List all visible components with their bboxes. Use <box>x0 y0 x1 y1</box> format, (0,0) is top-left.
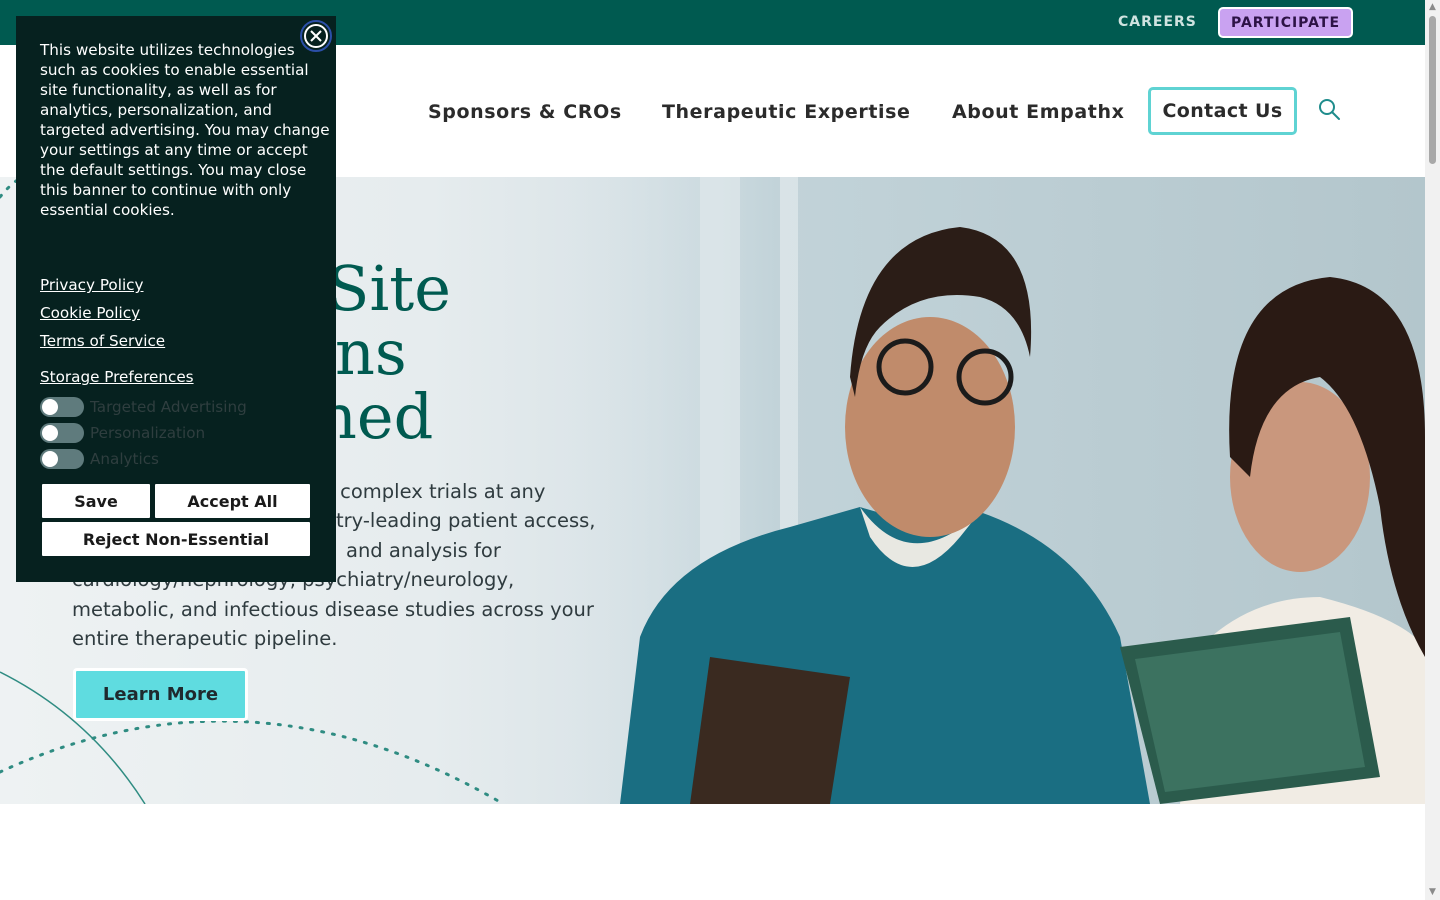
nav-item-about[interactable]: About Empathx <box>952 101 1124 123</box>
close-icon <box>304 24 328 48</box>
terms-of-service-link[interactable]: Terms of Service <box>40 332 165 350</box>
accept-all-button[interactable]: Accept All <box>154 483 311 519</box>
scroll-up-arrow-icon[interactable]: ▲ <box>1427 2 1438 12</box>
search-icon[interactable] <box>1317 97 1341 121</box>
toggle-switch[interactable] <box>40 423 84 443</box>
cookie-close-button[interactable] <box>300 20 332 52</box>
cookie-policy-link[interactable]: Cookie Policy <box>40 304 140 322</box>
toggle-switch[interactable] <box>40 397 84 417</box>
scroll-thumb[interactable] <box>1429 16 1436 164</box>
hero-photo <box>560 177 1425 804</box>
contact-us-button[interactable]: Contact Us <box>1148 87 1297 135</box>
hero-desc-line6: entire therapeutic pipeline. <box>72 627 338 651</box>
save-button[interactable]: Save <box>41 483 151 519</box>
toggle-label: Analytics <box>90 450 159 468</box>
nav-item-sponsors[interactable]: Sponsors & CROs <box>428 101 622 123</box>
privacy-policy-link[interactable]: Privacy Policy <box>40 276 144 294</box>
page-scrollbar[interactable]: ▲ ▼ <box>1425 0 1440 900</box>
learn-more-button[interactable]: Learn More <box>73 668 248 721</box>
storage-preferences-link[interactable]: Storage Preferences <box>40 368 194 386</box>
toggle-label: Targeted Advertising <box>90 398 247 416</box>
cookie-banner-text: This website utilizes technologies such … <box>40 41 330 219</box>
nav-item-therapeutic-expertise[interactable]: Therapeutic Expertise <box>662 101 911 123</box>
careers-link[interactable]: CAREERS <box>1118 14 1197 30</box>
participate-button[interactable]: PARTICIPATE <box>1218 7 1353 38</box>
toggle-label: Personalization <box>90 424 206 442</box>
toggle-analytics[interactable]: Analytics <box>40 449 159 469</box>
cookie-banner: This website utilizes technologies such … <box>16 16 336 582</box>
reject-non-essential-button[interactable]: Reject Non-Essential <box>41 521 311 557</box>
toggle-switch[interactable] <box>40 449 84 469</box>
toggle-targeted-advertising[interactable]: Targeted Advertising <box>40 397 247 417</box>
scroll-down-arrow-icon[interactable]: ▼ <box>1427 887 1438 897</box>
toggle-personalization[interactable]: Personalization <box>40 423 205 443</box>
hero-desc-line5: metabolic, and infectious disease studie… <box>72 597 594 621</box>
